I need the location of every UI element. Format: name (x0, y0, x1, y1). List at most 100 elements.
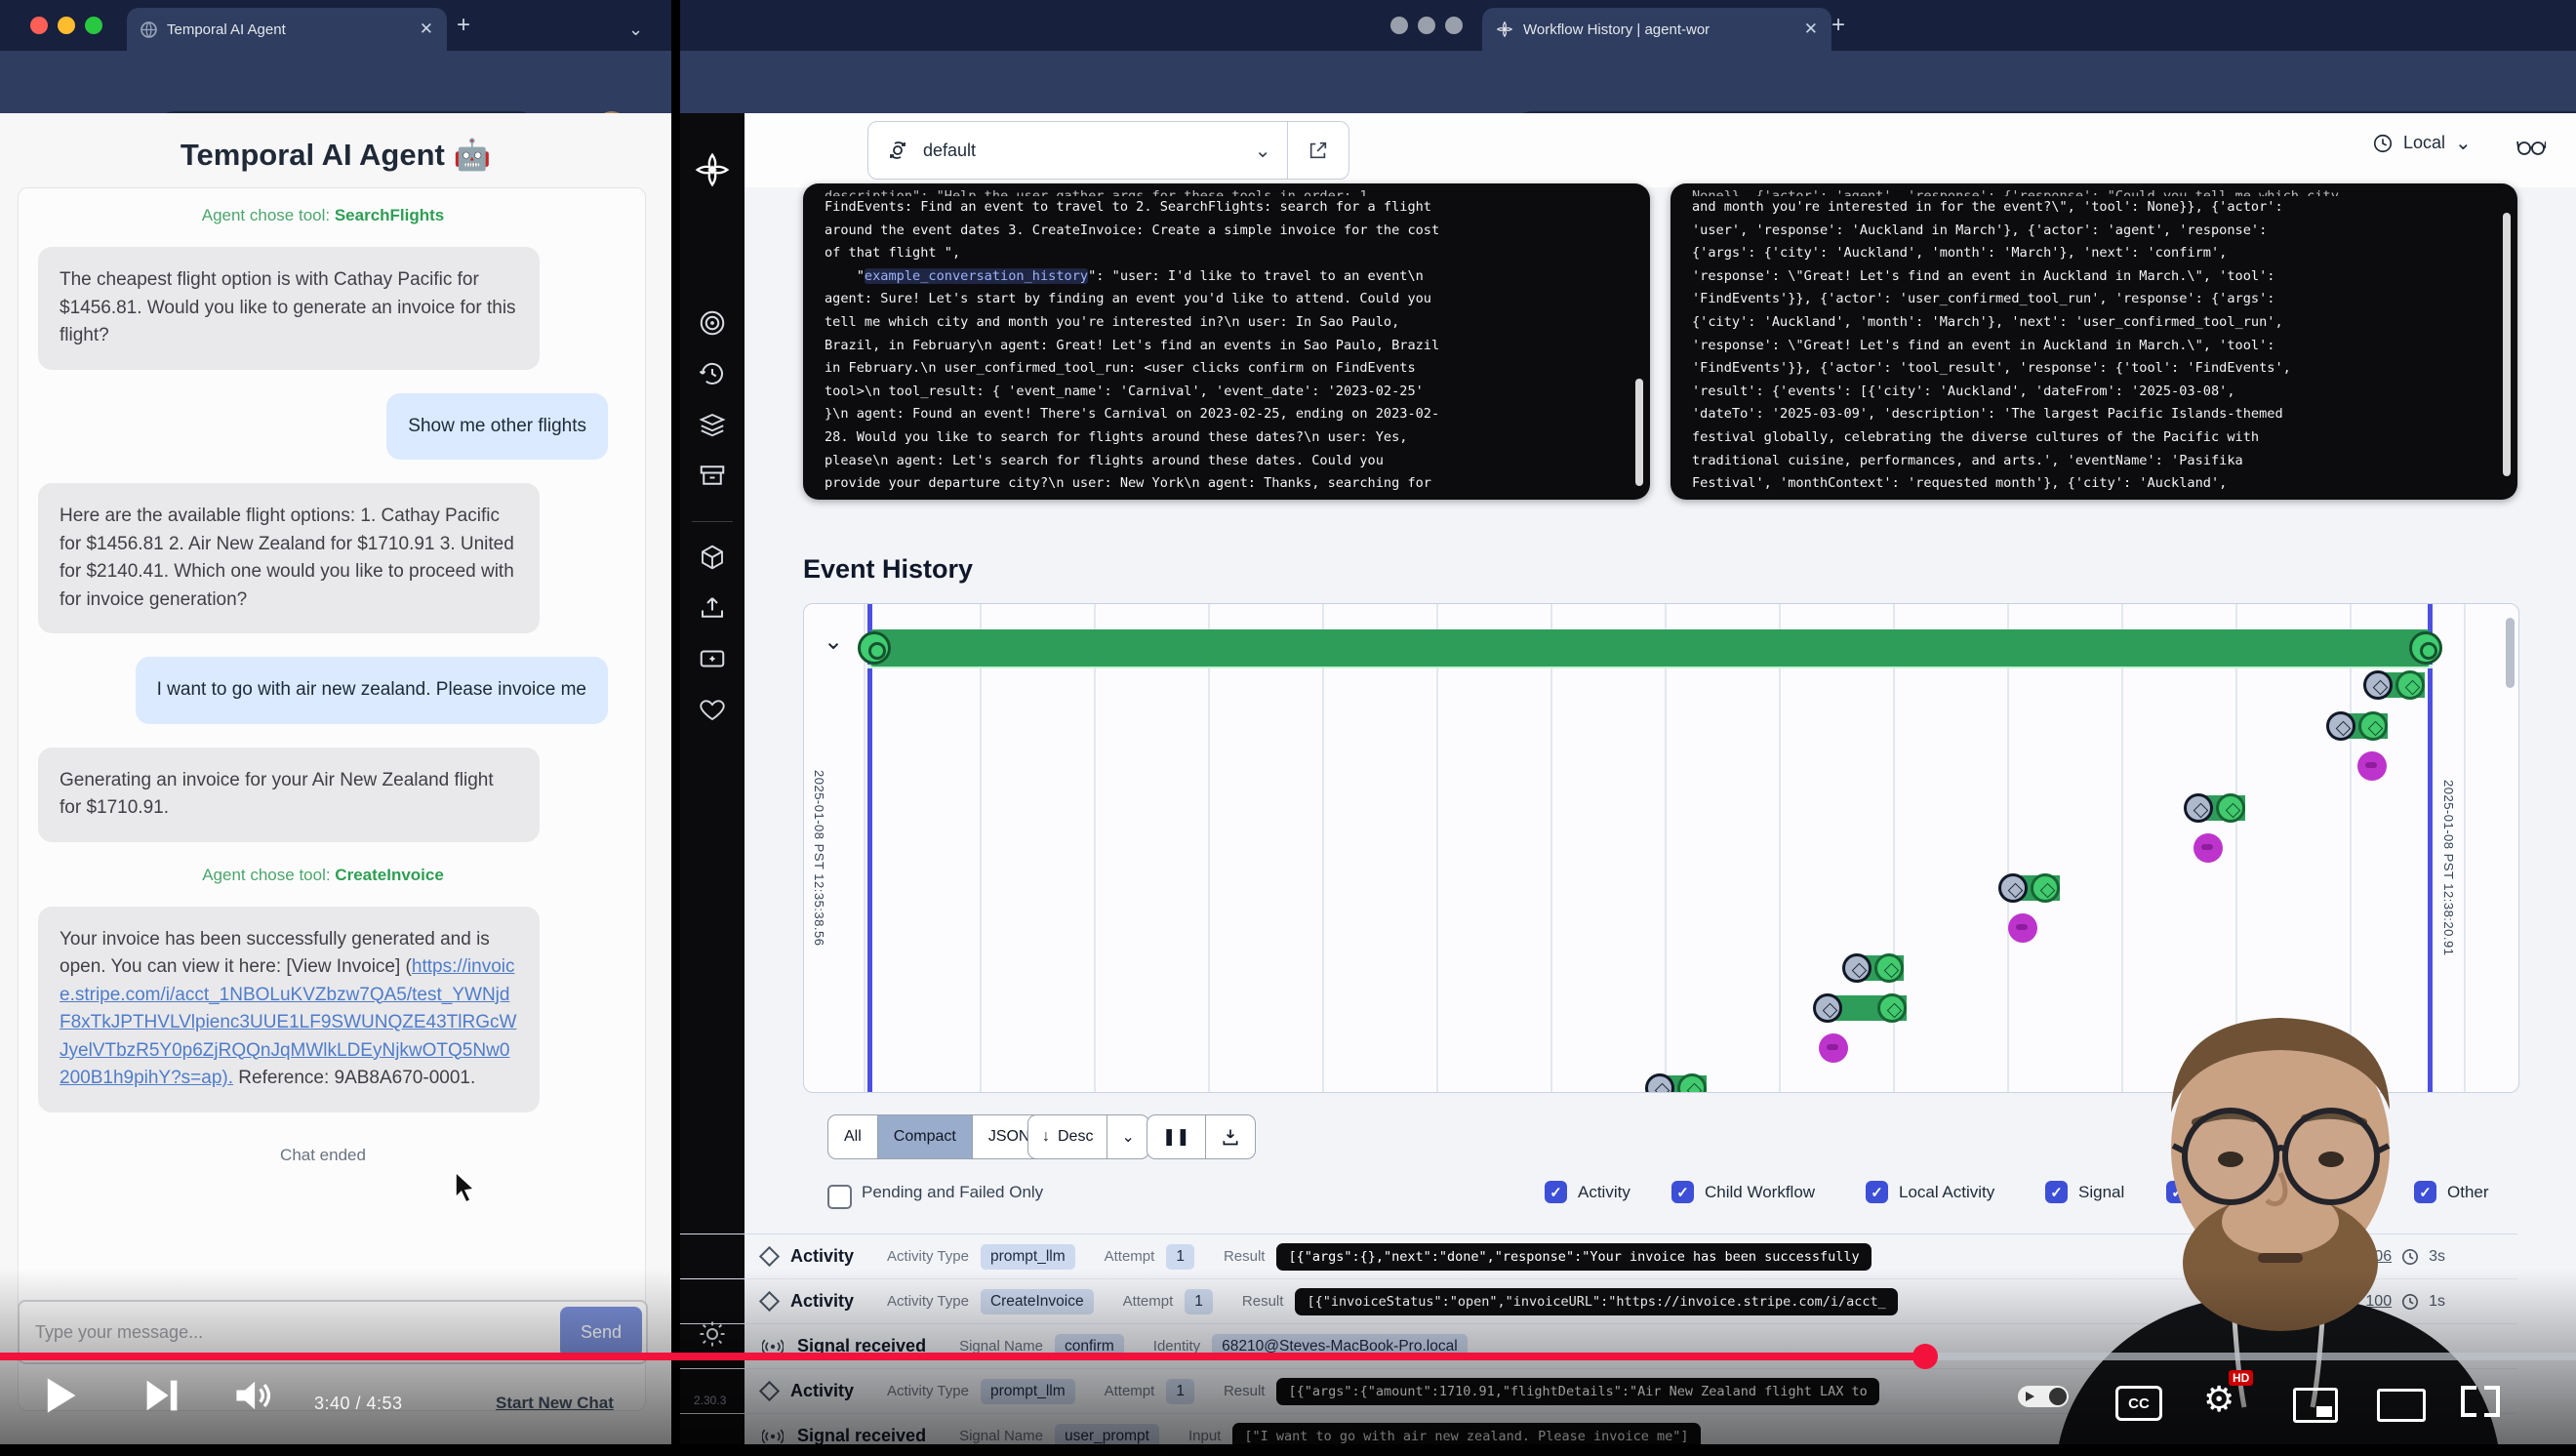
activity-icon (759, 1246, 780, 1267)
filter-local-activity[interactable]: ✓Local Activity (1866, 1181, 1994, 1203)
pending-failed-label: Pending and Failed Only (862, 1183, 1043, 1202)
sidebar-schedules-icon[interactable] (698, 359, 727, 388)
sidebar-archival-icon[interactable] (698, 461, 727, 490)
activity-scheduled-node[interactable] (2363, 670, 2393, 700)
tab-title: Temporal AI Agent (167, 21, 402, 38)
invoice-link[interactable]: https://invoice.stripe.com/i/acct_1NBOLu… (60, 956, 516, 1088)
code-text: FindEvents: Find an event to travel to 2… (825, 196, 1629, 496)
activity-completed-node[interactable] (2031, 873, 2060, 903)
pause-button[interactable]: ❚❚ (1147, 1115, 1206, 1158)
activity-completed-node[interactable] (1874, 953, 1904, 983)
activity-completed-node[interactable] (1877, 993, 1907, 1023)
activity-scheduled-node[interactable] (1813, 993, 1842, 1023)
field-value: prompt_llm (981, 1244, 1075, 1270)
filter-activity[interactable]: ✓Activity (1545, 1181, 1630, 1203)
tool-choice-label: Agent chose tool: SearchFlights (38, 206, 608, 225)
tab-workflow-history[interactable]: Workflow History | agent-wor ✕ (1482, 8, 1831, 51)
chat-ended-label: Chat ended (38, 1146, 608, 1165)
zoom-window-button[interactable] (85, 17, 102, 34)
activity-scheduled-node[interactable] (1842, 953, 1872, 983)
view-mode-all[interactable]: All (828, 1115, 878, 1158)
timezone-select[interactable]: Local ⌄ (2372, 131, 2472, 155)
temporal-logo-icon[interactable] (695, 152, 730, 187)
checkbox-checked[interactable]: ✓ (1671, 1181, 1694, 1203)
timeline-start-line (867, 604, 872, 1092)
event-type-label: Activity (790, 1246, 854, 1267)
signal-node[interactable] (2008, 913, 2037, 943)
agent-message: The cheapest flight option is with Catha… (38, 247, 540, 370)
temporal-favicon-icon (1496, 20, 1513, 38)
video-bottom-bar (0, 1444, 2576, 1456)
new-tab-button[interactable]: + (457, 14, 470, 37)
video-scrubber-dot[interactable] (1912, 1344, 1938, 1369)
activity-completed-node[interactable] (2216, 793, 2245, 823)
page-title: Temporal AI Agent 🤖 (0, 137, 671, 173)
namespace-topbar: default ⌄ Local ⌄ (745, 113, 2576, 187)
tab-overview-chevron-icon[interactable]: ⌄ (628, 18, 643, 41)
reader-glasses-icon[interactable] (2516, 133, 2546, 158)
mouse-cursor (451, 1171, 480, 1204)
namespace-select[interactable]: default ⌄ (867, 121, 1349, 180)
tab-close-icon[interactable]: ✕ (420, 20, 433, 39)
tab-close-icon[interactable]: ✕ (1804, 20, 1818, 39)
signal-node[interactable] (1819, 1033, 1848, 1063)
volume-button[interactable] (232, 1374, 275, 1417)
sidebar-import-icon[interactable] (698, 593, 727, 623)
workflow-start-node[interactable] (858, 631, 891, 665)
workflow-end-node[interactable] (2409, 631, 2442, 665)
checkbox-checked[interactable]: ✓ (1866, 1181, 1888, 1203)
workflow-execution-bar[interactable] (870, 629, 2430, 667)
namespace-value: default (923, 141, 1255, 161)
user-message: I want to go with air new zealand. Pleas… (136, 657, 608, 724)
close-window-button[interactable] (30, 17, 48, 34)
worker-terminal-right[interactable]: None}}, {'actor': 'agent', 'response': {… (1670, 183, 2517, 500)
settings-button[interactable]: ⚙ HD (2203, 1382, 2234, 1417)
left-window-toolbar: ← → ⟳ i localhost:5173 ☆ C⋮ ⋮ (0, 51, 671, 113)
open-external-icon[interactable] (1308, 140, 1329, 161)
sidebar-feedback-heart-icon[interactable] (698, 695, 727, 724)
worker-terminal-left[interactable]: description": "Help the user gather args… (803, 183, 1650, 500)
sort-order-button[interactable]: ↓Desc ⌄ (1027, 1114, 1149, 1159)
activity-completed-node[interactable] (2395, 670, 2425, 700)
new-tab-button[interactable]: + (1831, 14, 1845, 37)
filter-child-workflow[interactable]: ✓Child Workflow (1671, 1181, 1815, 1203)
activity-completed-node[interactable] (2358, 711, 2388, 741)
video-progress-played[interactable] (0, 1353, 1925, 1360)
field-activity-type: Activity Typeprompt_llm (887, 1244, 1075, 1270)
video-progress-remaining[interactable] (1925, 1353, 2576, 1360)
pending-failed-checkbox[interactable] (827, 1185, 852, 1209)
video-time: 3:40 / 4:53 (314, 1394, 403, 1414)
fullscreen-button[interactable] (2461, 1386, 2500, 1417)
captions-button[interactable]: CC (2115, 1386, 2162, 1421)
close-window-button[interactable] (1390, 17, 1408, 34)
sidebar-labs-icon[interactable] (698, 644, 727, 673)
view-mode-compact[interactable]: Compact (878, 1115, 973, 1158)
theater-mode-button[interactable] (2377, 1389, 2426, 1422)
download-button[interactable] (1206, 1115, 1255, 1158)
sidebar-namespaces-icon[interactable] (698, 543, 727, 572)
chevron-down-icon: ⌄ (2455, 131, 2472, 155)
activity-scheduled-node[interactable] (1998, 873, 2028, 903)
timeline-scrollbar[interactable] (2506, 618, 2515, 688)
minimize-window-button[interactable] (1418, 17, 1435, 34)
sort-chevron-icon[interactable]: ⌄ (1107, 1115, 1147, 1158)
activity-scheduled-node[interactable] (2326, 711, 2355, 741)
sidebar-batch-icon[interactable] (698, 410, 727, 439)
minimize-window-button[interactable] (58, 17, 75, 34)
signal-node[interactable] (2357, 751, 2387, 781)
activity-scheduled-node[interactable] (2184, 793, 2213, 823)
miniplayer-button[interactable] (2293, 1388, 2338, 1423)
play-button[interactable] (41, 1374, 80, 1417)
zoom-window-button[interactable] (1445, 17, 1463, 34)
timeline-collapse-chevron-icon[interactable]: ⌄ (824, 627, 843, 656)
code-scrollbar[interactable] (2503, 213, 2511, 476)
autoplay-toggle[interactable] (2018, 1386, 2069, 1407)
code-scrollbar[interactable] (1635, 379, 1643, 486)
timeline-start-timestamp: 2025-01-08 PST 12:35:38.56 (812, 770, 826, 946)
next-button[interactable] (142, 1374, 181, 1417)
tab-temporal-ai-agent[interactable]: Temporal AI Agent ✕ (127, 8, 447, 51)
sidebar-workflows-icon[interactable] (698, 308, 727, 338)
checkbox-checked[interactable]: ✓ (1545, 1181, 1567, 1203)
signal-node[interactable] (2194, 833, 2223, 863)
clipped-code-line: None}}, {'actor': 'agent', 'response': {… (1692, 185, 2496, 196)
